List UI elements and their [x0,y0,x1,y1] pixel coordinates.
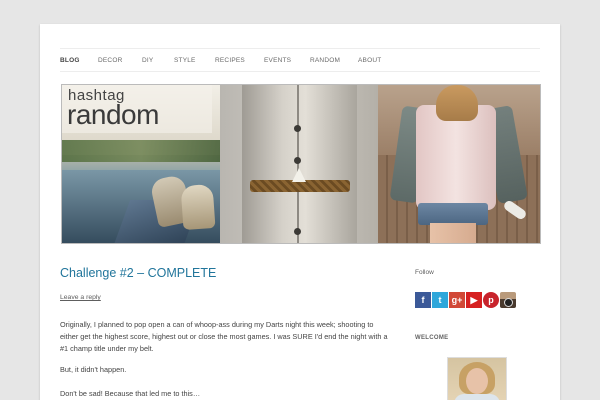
main-navigation: BLOG DECOR DIY STYLE RECIPES EVENTS RAND… [60,48,540,72]
youtube-icon[interactable]: ▶ [466,292,482,308]
instagram-icon[interactable] [500,292,516,308]
pinterest-icon[interactable]: p [483,292,499,308]
banner-photo-shirt [220,85,378,243]
facebook-icon[interactable]: f [415,292,431,308]
header-banner[interactable]: hashtag random [61,84,541,244]
nav-item-blog[interactable]: BLOG [60,57,80,64]
leave-reply-link[interactable]: Leave a reply [60,294,101,301]
nav-item-recipes[interactable]: RECIPES [215,57,245,64]
nav-item-random[interactable]: RANDOM [310,57,340,64]
nav-item-style[interactable]: STYLE [174,57,196,64]
nav-item-diy[interactable]: DIY [142,57,153,64]
post-title[interactable]: Challenge #2 – COMPLETE [60,266,216,280]
site-logo[interactable]: hashtag random [62,85,212,133]
avatar [447,357,507,400]
post-paragraph: Originally, I planned to pop open a can … [60,320,388,353]
nav-item-decor[interactable]: DECOR [98,57,122,64]
banner-photo-car: hashtag random [62,85,220,243]
logo-line-2: random [67,99,159,130]
nav-item-about[interactable]: ABOUT [358,57,381,64]
banner-photo-outfit [378,85,540,243]
page-container: BLOG DECOR DIY STYLE RECIPES EVENTS RAND… [40,24,560,400]
twitter-icon[interactable]: t [432,292,448,308]
post-paragraph: But, it didn't happen. [60,365,127,374]
google-plus-icon[interactable]: g+ [449,292,465,308]
post-paragraph: Don't be sad! Because that led me to thi… [60,389,201,398]
follow-label: Follow [415,269,434,276]
social-icons: f t g+ ▶ p [415,292,516,308]
welcome-heading: WELCOME [415,335,449,341]
nav-item-events[interactable]: EVENTS [264,57,291,64]
